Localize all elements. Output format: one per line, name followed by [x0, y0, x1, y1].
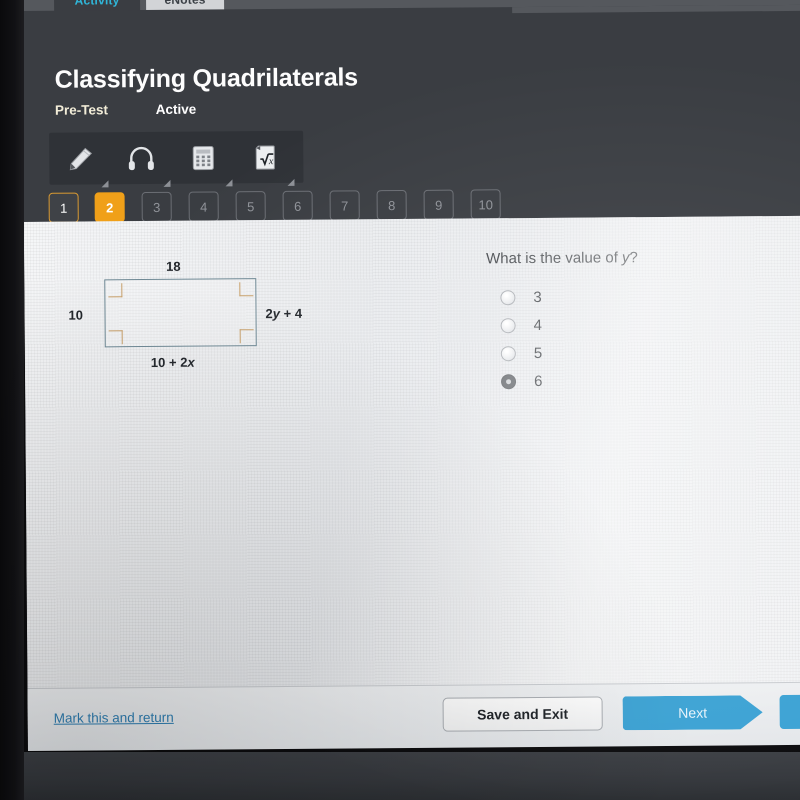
- figure-label-right: 2y + 4: [265, 306, 302, 321]
- answer-label-3: 3: [533, 288, 542, 306]
- device-bezel-bottom: [0, 752, 800, 800]
- pencil-tooltip-marker: [101, 180, 109, 188]
- radio-button-5[interactable]: [500, 345, 516, 361]
- header-subrow: Pre-Test Active: [55, 102, 196, 118]
- headphones-icon: [128, 146, 154, 171]
- figure-label-bottom-variable: x: [187, 354, 195, 370]
- answer-choice-5[interactable]: 5: [487, 337, 787, 367]
- screen-content: Activity eNotes Classifying Quadrilatera…: [22, 0, 800, 784]
- right-angle-mark-top-left: [108, 283, 123, 298]
- device-photo: Activity eNotes Classifying Quadrilatera…: [0, 0, 800, 800]
- figure-label-bottom: 10 + 2x: [151, 355, 195, 370]
- pencil-icon: [69, 147, 92, 171]
- question-nav-item-5[interactable]: 5: [235, 191, 266, 222]
- question-nav-item-4[interactable]: 4: [188, 191, 219, 222]
- right-angle-mark-top-right: [239, 282, 254, 297]
- footer-bar: Mark this and return Save and Exit Next: [27, 681, 800, 751]
- question-nav-item-9[interactable]: 9: [423, 189, 454, 220]
- test-type-label: Pre-Test: [54, 102, 109, 118]
- question-nav-item-1[interactable]: 1: [48, 192, 79, 223]
- question-nav-item-3[interactable]: 3: [141, 191, 172, 223]
- figure-label-left: 10: [68, 307, 84, 323]
- question-nav-item-7[interactable]: 7: [329, 190, 360, 221]
- rectangle-figure: 18 10 2y + 4 10 + 2x: [62, 250, 313, 392]
- headphones-tooltip-marker: [163, 179, 171, 187]
- device-bezel-left: [0, 0, 24, 800]
- question-prompt: What is the value of y?: [486, 248, 786, 267]
- question-nav-item-8[interactable]: 8: [376, 189, 407, 221]
- question-content-area: 18 10 2y + 4 10 + 2x What is the value o…: [23, 215, 800, 750]
- rectangle-shape: [104, 278, 257, 348]
- radio-button-3[interactable]: [500, 289, 516, 305]
- figure-label-bottom-prefix: 10 + 2: [150, 354, 188, 370]
- svg-text:x: x: [268, 156, 274, 167]
- headphones-tool-button[interactable]: [119, 138, 163, 178]
- pencil-tool-button[interactable]: [57, 138, 101, 178]
- figure-label-top: 18: [166, 258, 181, 274]
- mark-and-return-link[interactable]: Mark this and return: [54, 710, 174, 726]
- answer-label-6: 6: [533, 372, 543, 390]
- figure-label-right-suffix: + 4: [279, 305, 303, 321]
- formula-icon: x: [255, 145, 275, 170]
- formula-tooltip-marker: [287, 178, 295, 186]
- question-block: What is the value of y? 3 4 5 6: [486, 248, 787, 395]
- next-button[interactable]: Next: [623, 695, 763, 730]
- formula-tool-button[interactable]: x: [243, 137, 287, 177]
- right-angle-mark-bottom-left: [108, 330, 123, 345]
- answer-label-5: 5: [533, 344, 543, 362]
- submit-button[interactable]: [779, 694, 800, 730]
- question-prompt-suffix: ?: [629, 249, 638, 267]
- answer-choice-3[interactable]: 3: [486, 281, 786, 311]
- status-badge: Active: [155, 101, 197, 117]
- question-nav-item-2[interactable]: 2: [94, 192, 125, 223]
- calculator-tooltip-marker: [225, 179, 233, 187]
- right-angle-mark-bottom-right: [239, 329, 254, 344]
- calculator-icon: [192, 146, 214, 171]
- save-and-exit-button[interactable]: Save and Exit: [442, 696, 603, 732]
- answer-label-4: 4: [533, 316, 543, 334]
- radio-button-4[interactable]: [500, 317, 516, 333]
- question-nav-item-10[interactable]: 10: [470, 189, 501, 220]
- radio-button-6[interactable]: [500, 373, 517, 389]
- tool-bar: x: [49, 130, 304, 188]
- answer-choice-6[interactable]: 6: [487, 365, 787, 395]
- answer-choice-4[interactable]: 4: [487, 309, 787, 339]
- page-title: Classifying Quadrilaterals: [54, 63, 359, 94]
- app-header: Classifying Quadrilaterals Pre-Test Acti…: [22, 4, 800, 241]
- calculator-tool-button[interactable]: [181, 137, 225, 177]
- question-prompt-prefix: What is the value of: [486, 249, 623, 268]
- question-nav-item-6[interactable]: 6: [282, 190, 313, 221]
